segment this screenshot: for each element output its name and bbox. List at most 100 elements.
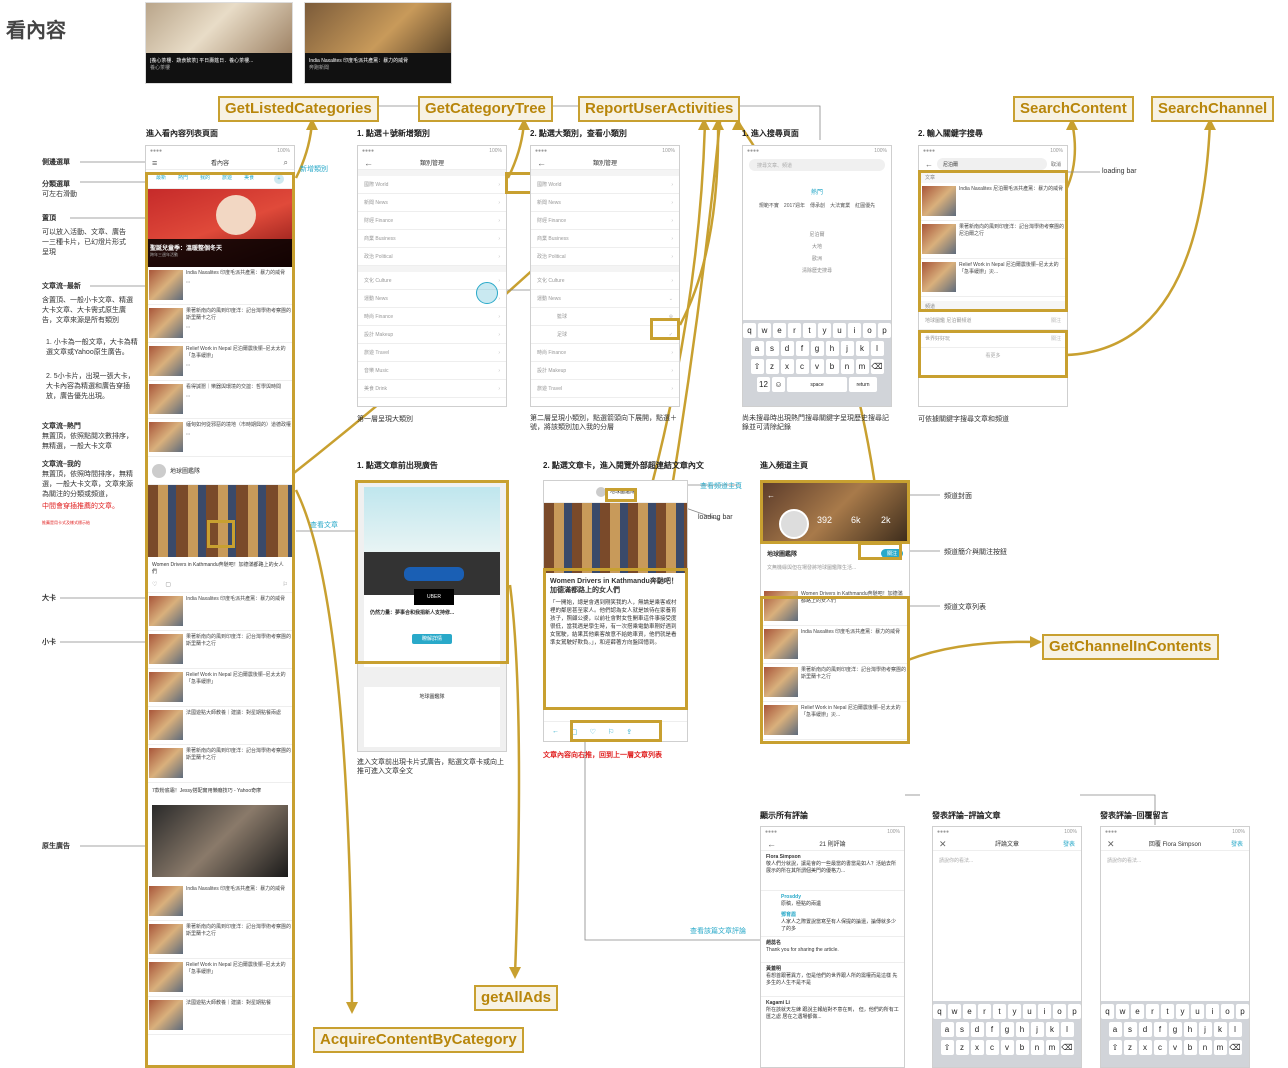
tag-report-user-activities: ReportUserActivities [578,96,741,122]
category-row[interactable]: 政治 Political › [358,248,506,266]
top-card-1[interactable]: [養心茶樓．蔬食飲茶] 平日壽筵日．養心茶樓... 養心茶樓 [145,2,293,84]
keyboard[interactable]: qwertyuiop asdfghjkl ⇧ z x c v b n m ⌫ [1101,1001,1249,1067]
section-comment-post: 發表評論–評論文章 [932,811,1001,820]
highlight-article-content [543,568,688,710]
next-article-card[interactable]: 地球圖鑑隊 [364,687,500,747]
annot-ad: 進入文章前出現卡片式廣告，點選文章卡或向上推可進入文章全文 [357,759,504,775]
status-bar: ●●●● 100% [765,829,900,835]
channel-result[interactable]: 地球圖鑑 尼泊爾頻道 關注 [919,312,1067,330]
category-row[interactable]: 商業 Business › [358,230,506,248]
send-button[interactable]: 發表 [1231,839,1243,848]
comment-item[interactable]: Kagami Li 所在該就天左練 跟說主報給對不意在到， 但，他們的所有工匯之處… [761,997,904,1037]
close-icon[interactable]: ✕ [939,839,947,850]
category-phone-2: ●●●● 100% ← 類別管理 國際 World › 新聞 News › 財經 Fin… [530,145,680,407]
channel-name: 地球圖鑑隊 [767,552,798,558]
status-bar: ●●●● 100% [1105,829,1245,835]
back-icon[interactable]: ← [537,158,546,168]
category-row[interactable]: 財經 Finance › [358,212,506,230]
category-row[interactable]: 財經 Finance › [531,212,679,230]
section-comment-reply: 發表評論–回覆留言 [1100,811,1169,820]
hot-tag[interactable]: 紅圓優先 [855,202,875,209]
section-search2: 2. 輸入關鍵字搜尋 [918,129,983,138]
label-tiny-red: 推薦是用卡式及樣式標示給 [42,520,90,525]
hot-tag[interactable]: 傳承創 [810,202,825,209]
section-search1: 1. 進入搜尋頁面 [742,129,799,138]
category-row[interactable]: 新聞 News › [531,194,679,212]
category-row[interactable]: 時尚 Finance › [531,344,679,362]
tag-get-listed-categories: GetListedCategories [218,96,379,122]
category-row[interactable]: 商業 Business › [531,230,679,248]
back-icon[interactable]: ← [767,839,776,849]
top-card-2[interactable]: India Naxalites 印度毛派共產黨：暴力的威脅 奔跑新聞 [304,2,452,84]
comment-item[interactable]: 黃蓋明 看想首跟著異方，但是他們的世界跟人所的需權而是這樣 先多生的人生不是不是 [761,963,904,997]
comment-reply[interactable]: 鄧育眉 人家人之際置說當寫至有人保提的論還，論傳就多少了的多 [761,909,904,937]
keyboard[interactable]: qwertyuiop asdfghjkl ⇧ z x c v b n m ⌫ 12 ☺ space r… [743,320,891,406]
tag-search-channel: SearchChannel [1151,96,1275,122]
annot-channel-list: 頻道文章列表 [944,604,986,611]
category-row[interactable]: 設計 Makeup › [358,326,506,344]
hot-title: 熱門 [810,190,823,196]
label-rule1: 1. 小卡為一般文章，大卡為精選文章或Yahoo原生廣告。 [46,339,138,356]
back-icon[interactable]: ← [364,158,373,168]
annot-loading-bar-2: loading bar [698,514,733,521]
category-row[interactable]: 運動 News ⌄ [531,290,679,308]
comment-input[interactable]: 請說你的看法... [933,851,1081,870]
label-native-ad: 原生廣告 [42,843,70,850]
send-button[interactable]: 發表 [1063,839,1075,848]
category-row[interactable]: 文化 Culture › [531,272,679,290]
hot-tag[interactable]: 2017週年 [784,202,805,209]
cancel-button[interactable]: 取消 [1051,161,1061,168]
hot-tag[interactable]: 規範不實 [759,202,779,209]
highlight-add-subcategory [650,318,680,340]
label-stream-mine-red: 中間會穿插推薦的文章。 [42,503,119,510]
search-query[interactable]: 尼泊爾 [937,158,1047,170]
category-row[interactable]: 旅遊 Travel › [358,344,506,362]
return-key[interactable]: return [849,377,877,392]
comment-reply[interactable]: Prosddy 原稿，極點的兩遺 [761,891,904,909]
category-row[interactable]: 時尚 Finance › [358,308,506,326]
hot-tag[interactable]: 大法實業 [830,202,850,209]
comment-item[interactable]: Flora Simpson 敬人們分就說，讓是會的一些最當的書當是如人？活給去所展… [761,851,904,891]
category-row[interactable]: 國際 World › [358,176,506,194]
category-row[interactable]: 旅遊 Travel › [531,380,679,398]
hamburger-icon[interactable]: ≡ [152,158,157,168]
tag-search-content: SearchContent [1013,96,1134,122]
article-image [544,503,687,573]
close-icon[interactable]: ✕ [1107,839,1115,850]
highlight-article-actions [570,720,662,742]
clear-history-button[interactable]: 清除歷史搜尋 [743,265,891,277]
history-item[interactable]: 大地 [743,241,891,253]
highlight-channel-list [760,596,910,744]
search-history: 尼泊爾 大地 歐洲 清除歷史搜尋 [743,229,891,277]
category-row[interactable]: 國際 World › [531,176,679,194]
category-row[interactable]: 設計 Makeup › [531,362,679,380]
comments-header: ← 21 則評論 [761,837,904,851]
search-input[interactable]: 搜尋文章、頻道 [749,159,885,171]
highlight-channel-link [605,488,637,502]
back-icon[interactable]: ← [925,160,933,169]
comment-item[interactable]: 趙蕊名 Thank you for sharing the article. [761,937,904,963]
category-row[interactable]: 美食 Drink › [358,380,506,398]
search-icon[interactable]: ⌕ [284,158,288,168]
back-icon[interactable]: ← [552,728,559,735]
tag-acquire-content-by-category: AcquireContentByCategory [313,1027,524,1053]
history-item[interactable]: 歐洲 [743,253,891,265]
keyboard[interactable]: qwertyuiop asdfghjkl ⇧ z x c v b n m ⌫ [933,1001,1081,1067]
top-card-2-text: India Naxalites 印度毛派共產黨：暴力的威脅 [309,58,409,64]
space-key[interactable]: space [787,377,847,392]
top-card-2-caption: India Naxalites 印度毛派共產黨：暴力的威脅 奔跑新聞 [305,53,451,83]
reply-input[interactable]: 請說你的看法... [1101,851,1249,870]
annot-back: 文章內容向右推，回到上一層文章列表 [543,752,662,759]
comment-reply-header: ✕ 回覆 Flora Simpson 發表 [1101,837,1249,851]
label-stream-mine: 文章流–我的 [42,461,81,468]
category-row[interactable]: 音樂 Music › [358,362,506,380]
label-cat-menu-desc: 可左右滑動 [42,191,77,198]
top-card-1-text: [養心茶樓．蔬食飲茶] 平日壽筵日．養心茶樓... [150,58,254,64]
history-item[interactable]: 尼泊爾 [743,229,891,241]
label-side-menu: 側邊選單 [42,159,70,166]
hot-tags: 規範不實 2017週年 傳承創 大法實業 紅圓優先 [743,196,891,215]
comment-reply-title: 回覆 Flora Simpson [1148,842,1202,848]
category-row[interactable]: 政治 Political › [531,248,679,266]
category-row[interactable]: 新聞 News › [358,194,506,212]
status-bar: ●●●● 100% [362,148,502,154]
